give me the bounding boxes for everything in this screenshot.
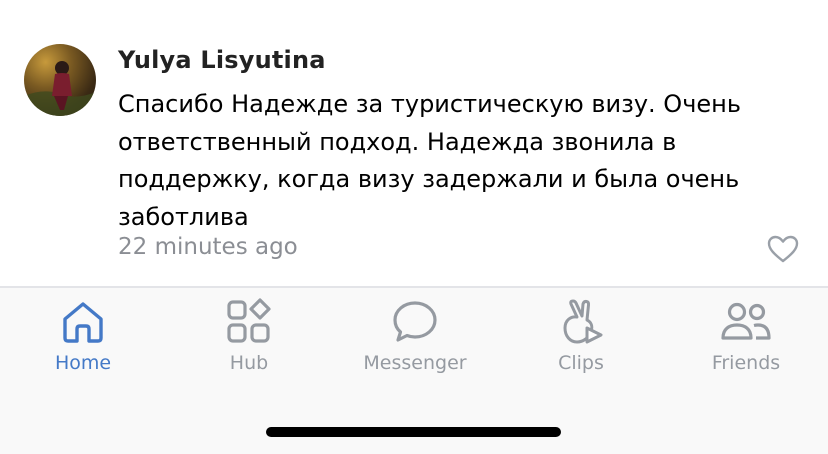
home-icon (63, 302, 103, 343)
comment-author[interactable]: Yulya Lisyutina (118, 46, 326, 74)
tab-label-home: Home (54, 352, 112, 374)
heart-icon (767, 235, 799, 263)
home-indicator[interactable] (266, 427, 561, 437)
tab-label-clips: Clips (558, 352, 604, 374)
tab-label-hub: Hub (229, 352, 269, 374)
avatar[interactable] (24, 44, 96, 116)
hub-grid-icon (227, 298, 271, 343)
comment-card: Yulya Lisyutina Спасибо Надежде за турис… (0, 0, 828, 287)
tab-label-friends: Friends (711, 352, 781, 374)
tab-messenger[interactable]: Messenger (335, 298, 495, 388)
comment-text: Спасибо Надежде за туристическую визу. О… (118, 90, 741, 231)
avatar-photo (24, 61, 96, 116)
tab-home[interactable]: Home (3, 298, 163, 388)
tab-friends[interactable]: Friends (666, 298, 826, 388)
clips-icon (563, 299, 603, 344)
tab-hub[interactable]: Hub (169, 298, 329, 388)
tab-clips[interactable]: Clips (501, 298, 661, 388)
comment-timestamp: 22 minutes ago (118, 234, 298, 260)
like-button[interactable] (766, 234, 800, 264)
tab-label-messenger: Messenger (363, 352, 467, 374)
friends-icon (721, 302, 771, 340)
speech-bubble-icon (393, 301, 437, 342)
